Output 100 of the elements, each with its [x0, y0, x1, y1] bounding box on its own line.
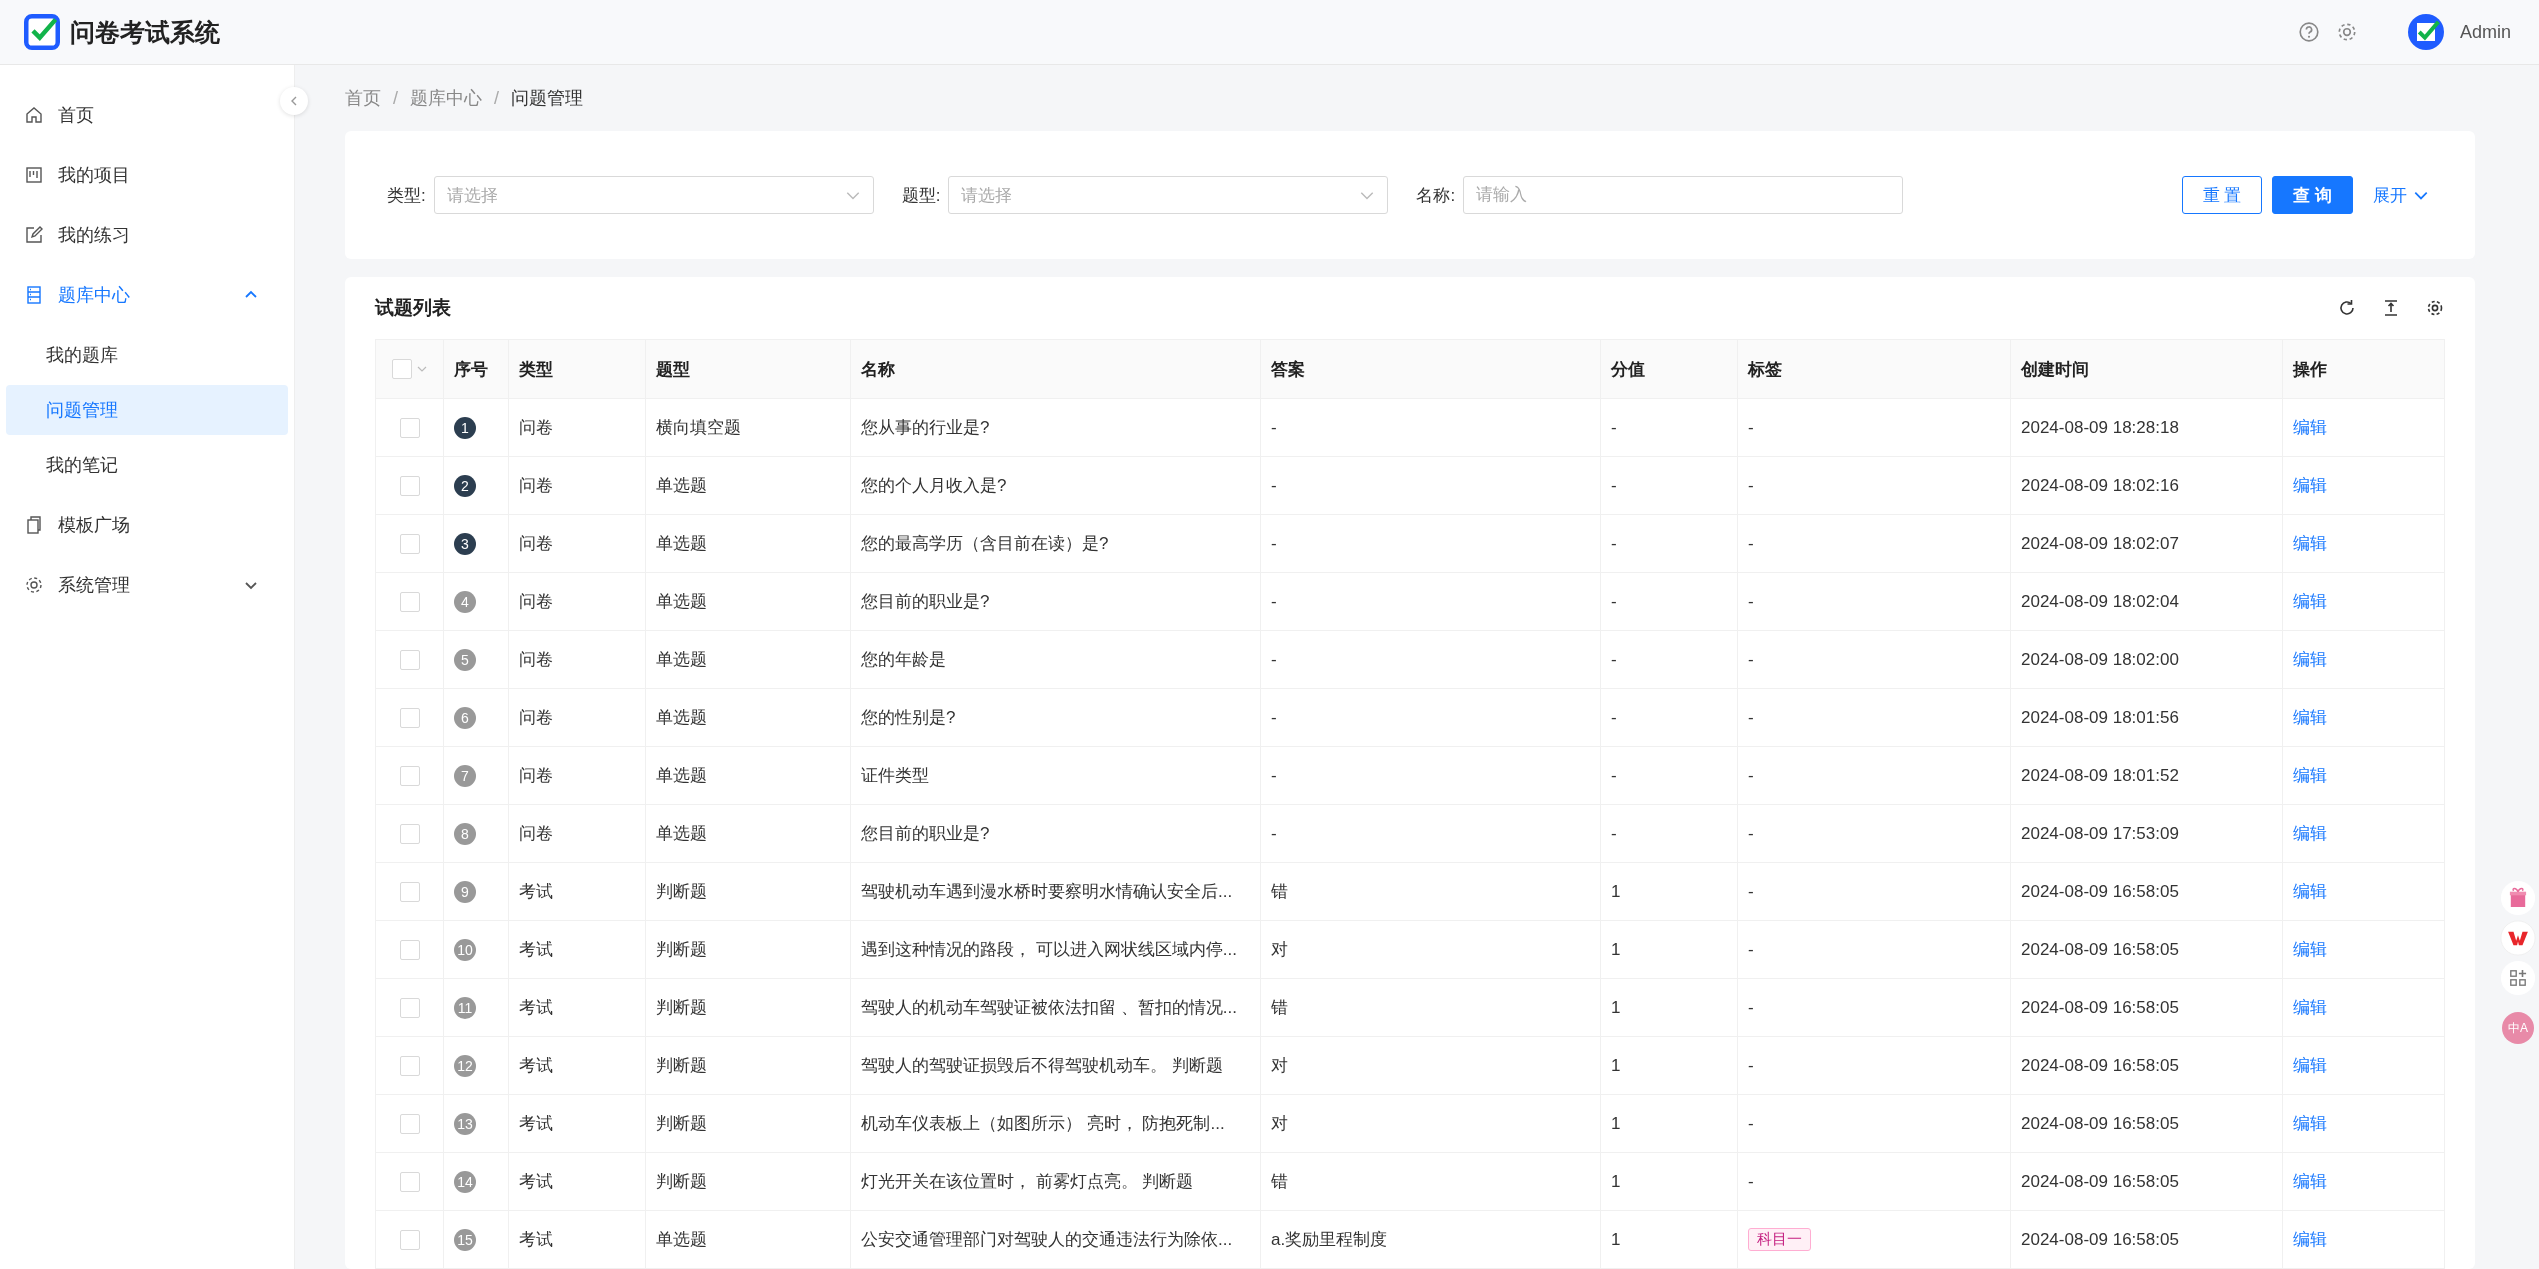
sidebar-subitem[interactable]: 我的笔记	[6, 440, 288, 490]
table-cell: -	[1600, 746, 1738, 805]
table-cell: 判断题	[645, 1094, 851, 1153]
user-name[interactable]: Admin	[2459, 21, 2511, 43]
edit-link[interactable]: 编辑	[2293, 476, 2327, 495]
sidebar-item[interactable]: 题库中心	[0, 265, 276, 325]
search-button[interactable]: 查 询	[2272, 176, 2353, 214]
row-checkbox[interactable]	[399, 881, 420, 902]
column-header: 类型	[508, 339, 646, 399]
edit-link[interactable]: 编辑	[2293, 882, 2327, 901]
collapse-sidebar-button[interactable]	[280, 87, 308, 115]
table-cell: 您从事的行业是?	[850, 398, 1261, 457]
sidebar-item[interactable]: 我的项目	[0, 145, 276, 205]
table-cell: 判断题	[645, 920, 851, 979]
table-cell: 判断题	[645, 862, 851, 921]
column-header: 创建时间	[2010, 339, 2283, 399]
index-badge: 2	[454, 474, 476, 497]
edit-link[interactable]: 编辑	[2293, 940, 2327, 959]
settings-icon[interactable]	[2425, 298, 2445, 318]
edit-link[interactable]: 编辑	[2293, 1114, 2327, 1133]
column-header: 题型	[645, 339, 851, 399]
table-cell: -	[1600, 688, 1738, 747]
gift-icon[interactable]	[2500, 880, 2536, 916]
table-cell: 考试	[508, 1152, 646, 1211]
reset-button[interactable]: 重 置	[2181, 176, 2263, 214]
edit-link[interactable]: 编辑	[2293, 534, 2327, 553]
table-cell: 驾驶人的机动车驾驶证被依法扣留 、暂扣的情况...	[850, 978, 1261, 1037]
table-cell: -	[1600, 514, 1738, 573]
sidebar-item[interactable]: 首页	[0, 85, 276, 145]
row-checkbox[interactable]	[399, 1113, 420, 1134]
breadcrumb-item[interactable]: 首页	[345, 86, 381, 110]
select-field[interactable]: 请选择	[433, 176, 874, 214]
table-cell: 问卷	[508, 514, 646, 573]
table-cell: 问卷	[508, 688, 646, 747]
table-cell: 考试	[508, 920, 646, 979]
filter-label: 题型:	[901, 184, 941, 207]
table-cell: -	[1260, 572, 1601, 631]
edit-link[interactable]: 编辑	[2293, 418, 2327, 437]
row-checkbox[interactable]	[399, 649, 420, 670]
edit-link[interactable]: 编辑	[2293, 1172, 2327, 1191]
row-checkbox[interactable]	[399, 475, 420, 496]
table-cell: -	[1260, 746, 1601, 805]
sidebar-item[interactable]: 我的练习	[0, 205, 276, 265]
apps-icon[interactable]	[2500, 960, 2536, 996]
row-checkbox[interactable]	[399, 533, 420, 554]
table-cell: 考试	[508, 1094, 646, 1153]
refresh-icon[interactable]	[2337, 298, 2357, 318]
table-cell: 错	[1260, 978, 1601, 1037]
app-logo-icon[interactable]	[2500, 920, 2536, 956]
edit-link[interactable]: 编辑	[2293, 708, 2327, 727]
translate-button[interactable]: 中A	[2502, 1012, 2534, 1044]
table-cell: 问卷	[508, 572, 646, 631]
table-cell: 1	[1600, 920, 1738, 979]
edit-link[interactable]: 编辑	[2293, 824, 2327, 843]
table-cell: 1	[1600, 978, 1738, 1037]
row-checkbox[interactable]	[399, 997, 420, 1018]
row-checkbox[interactable]	[399, 1171, 420, 1192]
breadcrumb-item[interactable]: 题库中心	[410, 86, 482, 110]
expand-button[interactable]: 展开	[2363, 183, 2439, 207]
table-cell: 单选题	[645, 1210, 851, 1269]
row-checkbox[interactable]	[399, 707, 420, 728]
index-badge: 3	[454, 532, 476, 555]
index-badge: 14	[454, 1170, 476, 1193]
table-cell: 错	[1260, 1152, 1601, 1211]
avatar-icon[interactable]	[2407, 14, 2444, 50]
help-icon[interactable]	[2297, 21, 2320, 43]
row-checkbox[interactable]	[399, 417, 420, 438]
edit-link[interactable]: 编辑	[2293, 1056, 2327, 1075]
row-checkbox[interactable]	[399, 939, 420, 960]
row-checkbox[interactable]	[399, 1229, 420, 1250]
table-cell: -	[1737, 456, 2011, 515]
table-cell: 1	[1600, 862, 1738, 921]
sidebar-subitem[interactable]: 问题管理	[6, 385, 288, 435]
input-field[interactable]: 请输入	[1463, 176, 1904, 214]
row-checkbox[interactable]	[399, 823, 420, 844]
table-cell: -	[1600, 456, 1738, 515]
sidebar-item[interactable]: 模板广场	[0, 495, 276, 555]
sidebar-subitem[interactable]: 我的题库	[6, 330, 288, 380]
index-badge: 11	[454, 996, 476, 1019]
sidebar-item[interactable]: 系统管理	[0, 555, 276, 615]
row-checkbox[interactable]	[399, 1055, 420, 1076]
select-all-checkbox[interactable]	[391, 359, 412, 380]
edit-link[interactable]: 编辑	[2293, 592, 2327, 611]
edit-link[interactable]: 编辑	[2293, 1230, 2327, 1249]
row-checkbox[interactable]	[399, 765, 420, 786]
table-cell: 单选题	[645, 630, 851, 689]
tag: 科目一	[1748, 1228, 1811, 1251]
row-checkbox[interactable]	[399, 591, 420, 612]
edit-link[interactable]: 编辑	[2293, 766, 2327, 785]
table-cell: 判断题	[645, 1152, 851, 1211]
edit-link[interactable]: 编辑	[2293, 650, 2327, 669]
table-cell: 单选题	[645, 746, 851, 805]
edit-link[interactable]: 编辑	[2293, 998, 2327, 1017]
table-cell: -	[1737, 514, 2011, 573]
table-cell: 2024-08-09 18:28:18	[2010, 398, 2283, 457]
select-field[interactable]: 请选择	[948, 176, 1389, 214]
table-cell: -	[1600, 804, 1738, 863]
table-cell: -	[1737, 804, 2011, 863]
table-cell: 2024-08-09 16:58:05	[2010, 920, 2283, 979]
table-cell: 对	[1260, 1036, 1601, 1095]
